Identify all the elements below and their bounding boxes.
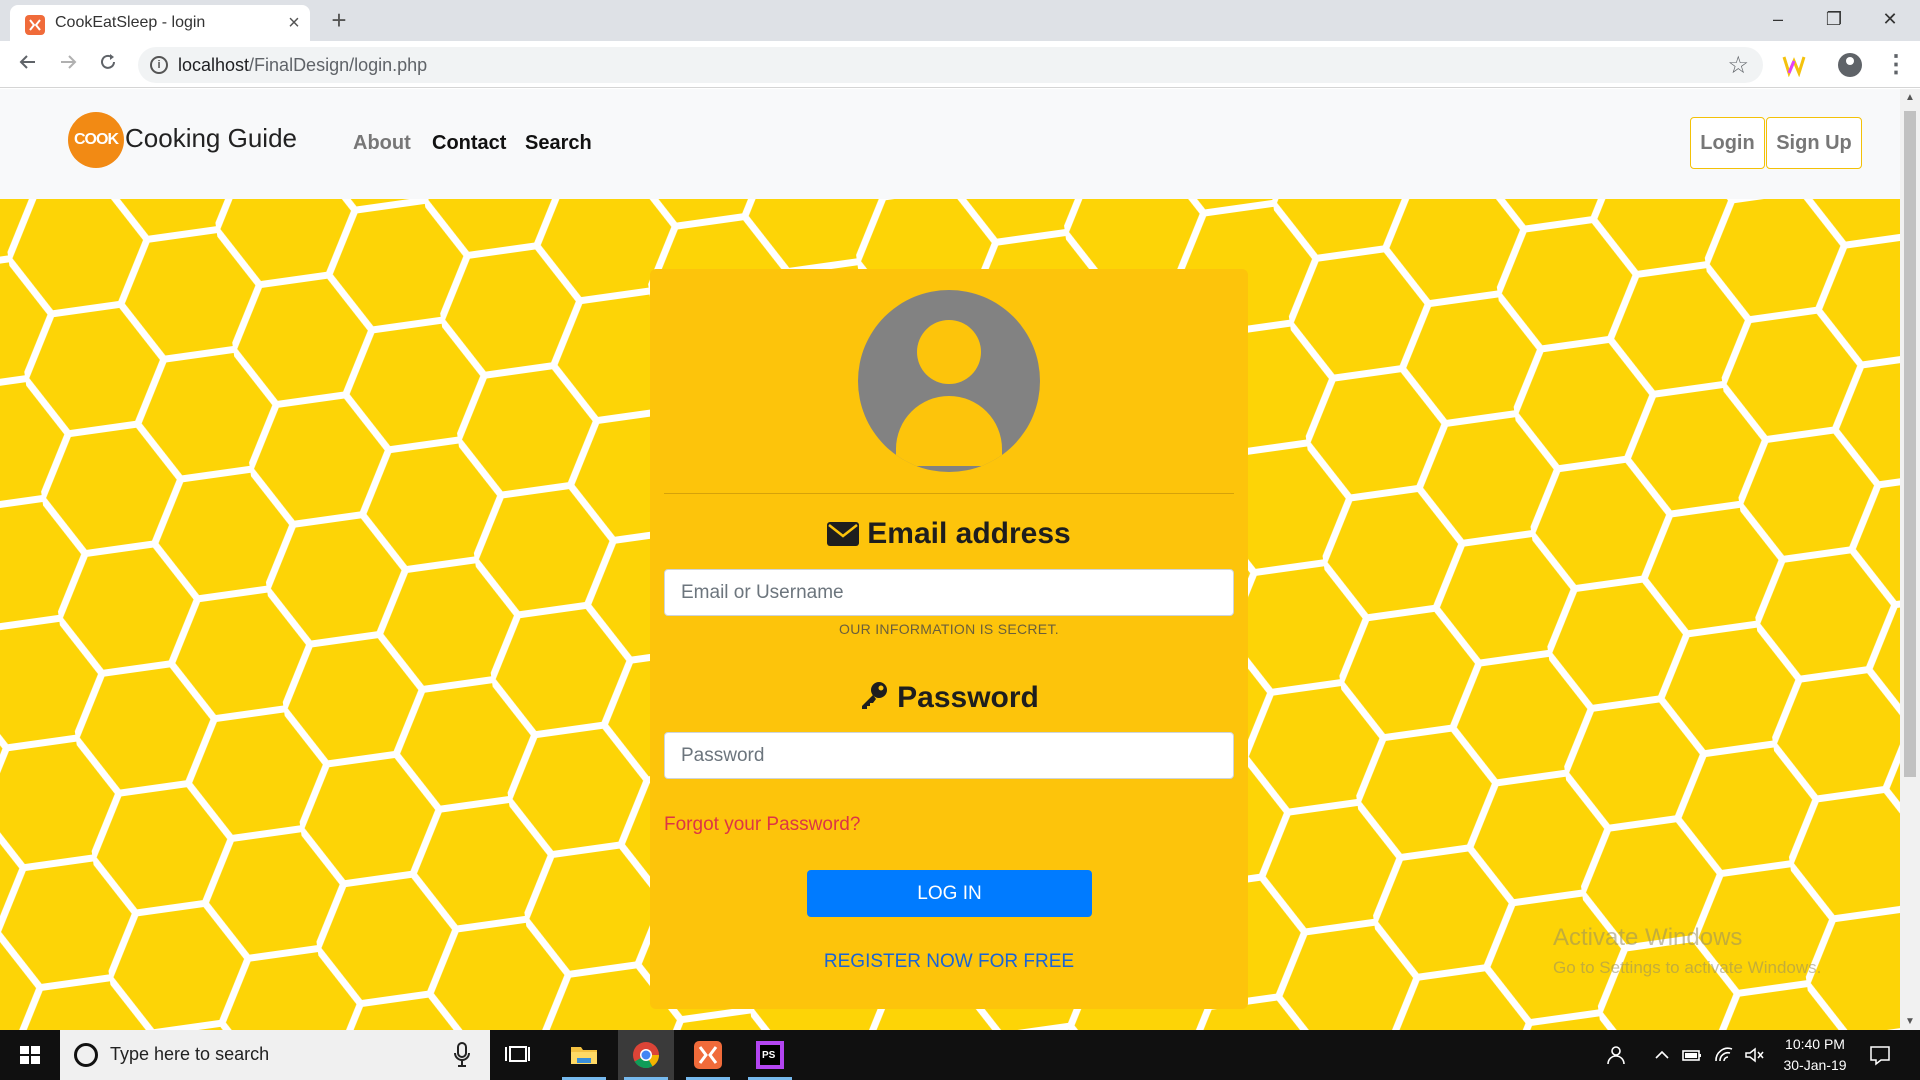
volume-muted-icon[interactable] (1742, 1043, 1766, 1067)
reload-icon[interactable] (92, 49, 124, 81)
url-path: /FinalDesign/login.php (249, 55, 428, 75)
activate-windows-title: Activate Windows (1553, 924, 1743, 951)
new-tab-button[interactable]: + (325, 6, 353, 34)
forgot-password-link[interactable]: Forgot your Password? (664, 814, 860, 836)
brand-logo[interactable]: COOK (68, 112, 124, 168)
nav-login-button[interactable]: Login (1690, 117, 1765, 169)
scroll-down-icon[interactable]: ▼ (1905, 1016, 1915, 1027)
taskbar-search-placeholder: Type here to search (110, 1044, 270, 1064)
password-input[interactable]: Password (664, 732, 1234, 779)
page-viewport: COOK Cooking Guide About Contact Search … (0, 89, 1900, 1030)
info-icon[interactable]: i (150, 56, 168, 74)
nav-link-about[interactable]: About (353, 132, 411, 155)
window-close-button[interactable]: ✕ (1862, 0, 1918, 38)
wifi-icon[interactable] (1712, 1043, 1736, 1067)
clock-date[interactable]: 30-Jan-19 (1770, 1057, 1860, 1073)
phpstorm-icon[interactable]: PS (742, 1030, 798, 1080)
email-hint: OUR INFORMATION IS SECRET. (839, 621, 1059, 637)
nav-signup-button[interactable]: Sign Up (1766, 117, 1862, 169)
windows-taskbar: Type here to search PS 10:40 PM 30-Jan-1… (0, 1030, 1920, 1080)
brand-name[interactable]: Cooking Guide (125, 123, 297, 154)
notification-icon[interactable] (1868, 1043, 1892, 1067)
window-restore-button[interactable]: ❐ (1806, 0, 1862, 38)
xampp-icon[interactable] (680, 1030, 736, 1080)
page-scrollbar[interactable]: ▲ ▼ (1900, 89, 1920, 1030)
login-card: Email address Email or Username OUR INFO… (650, 269, 1248, 1009)
email-input[interactable]: Email or Username (664, 569, 1234, 616)
profile-icon[interactable] (1838, 53, 1862, 77)
scroll-up-icon[interactable]: ▲ (1905, 92, 1915, 103)
url-text: localhost/FinalDesign/login.php (178, 55, 427, 76)
cortana-icon (74, 1043, 98, 1067)
login-submit-button[interactable]: LOG IN (807, 870, 1092, 917)
scroll-thumb[interactable] (1904, 111, 1916, 777)
register-link[interactable]: REGISTER NOW FOR FREE (650, 951, 1248, 973)
card-divider (664, 493, 1234, 494)
browser-tab[interactable]: CookEatSleep - login × (10, 5, 310, 41)
chrome-icon[interactable] (618, 1030, 674, 1080)
user-avatar-icon (858, 290, 1040, 472)
password-heading-text: Password (897, 681, 1039, 714)
star-icon[interactable]: ☆ (1727, 51, 1749, 80)
url-host: localhost (178, 55, 250, 75)
microphone-icon[interactable] (454, 1042, 470, 1068)
xampp-favicon-icon (25, 15, 45, 35)
tab-close-icon[interactable]: × (282, 11, 306, 35)
taskbar-search-box[interactable]: Type here to search (60, 1030, 490, 1080)
nav-link-search[interactable]: Search (525, 132, 592, 155)
back-arrow-icon[interactable] (12, 49, 44, 81)
site-navbar: COOK Cooking Guide About Contact Search … (0, 89, 1900, 199)
envelope-icon (827, 522, 860, 546)
extension-icon[interactable] (1782, 53, 1806, 78)
email-heading-text: Email address (867, 517, 1071, 550)
window-minimize-button[interactable]: – (1750, 0, 1806, 38)
brand-logo-text: COOK (74, 131, 119, 148)
chevron-up-icon[interactable] (1650, 1043, 1674, 1067)
file-explorer-icon[interactable] (556, 1030, 612, 1080)
key-icon (862, 682, 888, 709)
address-bar[interactable]: i localhost/FinalDesign/login.php ☆ (138, 47, 1763, 83)
activate-windows-subtitle: Go to Settings to activate Windows. (1553, 958, 1822, 977)
forward-arrow-icon[interactable] (52, 49, 84, 81)
windows-start-icon[interactable] (0, 1030, 60, 1080)
people-icon[interactable] (1605, 1043, 1629, 1067)
email-heading: Email address (650, 517, 1248, 551)
tab-title: CookEatSleep - login (55, 14, 206, 31)
password-heading: Password (650, 680, 1248, 715)
menu-icon[interactable]: ⋮ (1884, 49, 1908, 81)
browser-toolbar: i localhost/FinalDesign/login.php ☆ ⋮ (0, 41, 1920, 88)
browser-tab-strip: CookEatSleep - login × + – ❐ ✕ (0, 0, 1920, 41)
battery-icon[interactable] (1680, 1043, 1704, 1067)
svg-text:PS: PS (762, 1050, 776, 1061)
nav-link-contact[interactable]: Contact (432, 132, 506, 155)
clock-time[interactable]: 10:40 PM (1770, 1036, 1860, 1052)
task-view-icon[interactable] (492, 1030, 548, 1080)
